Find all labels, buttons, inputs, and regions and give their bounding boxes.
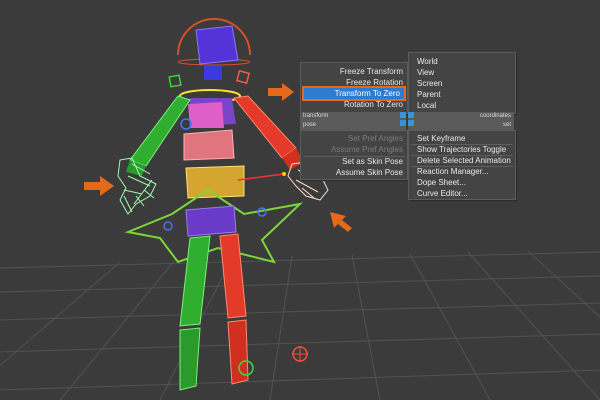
perspective-viewport[interactable]: Freeze Transform Freeze Rotation Transfo… bbox=[0, 0, 600, 400]
thigh-left[interactable] bbox=[179, 235, 211, 327]
menu-item-freeze-rotation[interactable]: Freeze Rotation bbox=[301, 77, 407, 88]
upper-arm-left[interactable] bbox=[129, 95, 191, 167]
calf-left[interactable] bbox=[179, 327, 201, 391]
menu-item-world[interactable]: World bbox=[413, 56, 513, 67]
menu-item-curve-editor[interactable]: Curve Editor... bbox=[413, 188, 513, 199]
arrow-right-icon bbox=[268, 83, 294, 101]
spine-lower[interactable] bbox=[185, 165, 245, 199]
quad-header-coordinates-label: coordinates bbox=[479, 113, 511, 119]
spine-middle[interactable] bbox=[183, 129, 235, 161]
spine-chest[interactable] bbox=[188, 102, 224, 128]
quad-header-transform-label: transform bbox=[303, 113, 329, 119]
menu-item-set-pref-angles[interactable]: Set Pref Angles bbox=[301, 133, 407, 144]
biped-head[interactable] bbox=[195, 25, 239, 65]
quad-center-icon bbox=[400, 120, 406, 126]
upper-arm-right[interactable] bbox=[233, 95, 297, 159]
clavicle-box-right[interactable] bbox=[235, 69, 251, 85]
menu-item-rotation-to-zero[interactable]: Rotation To Zero bbox=[301, 99, 407, 110]
menu-item-parent[interactable]: Parent bbox=[413, 89, 513, 100]
thigh-right[interactable] bbox=[219, 233, 247, 319]
arrow-right-icon bbox=[84, 176, 114, 196]
quad-top-right: World View Screen Parent Local bbox=[408, 52, 516, 114]
biped-neck[interactable] bbox=[204, 66, 222, 80]
quad-header-set: set bbox=[408, 121, 514, 130]
ground-grid bbox=[0, 250, 600, 400]
quad-top-left: Freeze Transform Freeze Rotation Transfo… bbox=[300, 62, 408, 114]
menu-item-set-keyframe[interactable]: Set Keyframe bbox=[413, 133, 513, 144]
arrow-up-left-icon bbox=[330, 212, 352, 232]
quad-bottom-right: Set Keyframe Show Trajectories Toggle De… bbox=[408, 130, 516, 200]
menu-item-screen[interactable]: Screen bbox=[413, 78, 513, 89]
menu-item-dope-sheet[interactable]: Dope Sheet... bbox=[413, 177, 513, 188]
menu-item-freeze-transform[interactable]: Freeze Transform bbox=[301, 66, 407, 77]
clavicle-box-left[interactable] bbox=[168, 74, 182, 88]
menu-item-assume-pref-angles[interactable]: Assume Pref Angles bbox=[301, 144, 407, 155]
quad-header-coordinates: coordinates bbox=[408, 112, 514, 121]
quad-center-icon bbox=[408, 112, 414, 118]
quad-header-transform: transform bbox=[300, 112, 406, 121]
menu-item-delete-selected-animation[interactable]: Delete Selected Animation bbox=[413, 155, 513, 166]
quad-header-pose: pose bbox=[300, 121, 406, 130]
menu-item-show-trajectories-toggle[interactable]: Show Trajectories Toggle bbox=[413, 144, 513, 155]
quad-header-set-label: set bbox=[502, 122, 511, 128]
menu-item-view[interactable]: View bbox=[413, 67, 513, 78]
biped-pelvis[interactable] bbox=[185, 205, 237, 237]
menu-item-local[interactable]: Local bbox=[413, 100, 513, 111]
quad-center-icon bbox=[400, 112, 406, 118]
quad-bottom-left: Set Pref Angles Assume Pref Angles Set a… bbox=[300, 130, 408, 180]
menu-item-reaction-manager[interactable]: Reaction Manager... bbox=[413, 166, 513, 177]
menu-item-transform-to-zero[interactable]: Transform To Zero bbox=[302, 86, 406, 101]
menu-item-set-as-skin-pose[interactable]: Set as Skin Pose bbox=[301, 156, 407, 167]
quad-header-pose-label: pose bbox=[303, 122, 317, 128]
hand-left-wireframe[interactable] bbox=[117, 157, 157, 215]
menu-item-assume-skin-pose[interactable]: Assume Skin Pose bbox=[301, 167, 407, 178]
quad-center-icon bbox=[408, 120, 414, 126]
